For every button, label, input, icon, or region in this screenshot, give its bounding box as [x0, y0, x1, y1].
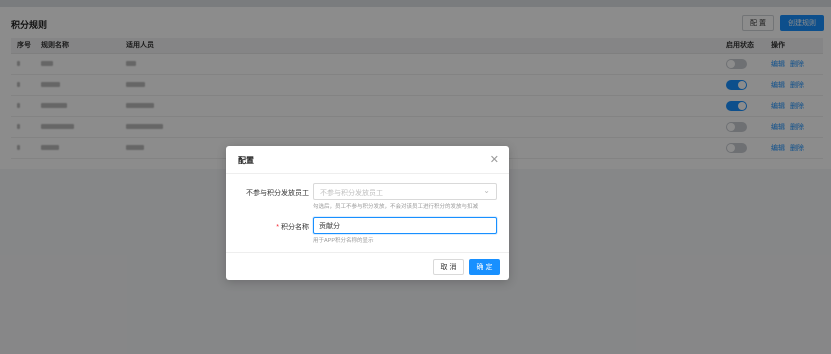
dialog-title: 配置: [238, 156, 254, 165]
exclude-staff-label: 不参与积分发放员工: [246, 190, 309, 197]
dialog-footer-divider: [226, 252, 509, 253]
exclude-staff-select[interactable]: 不参与积分发放员工 ⌄: [313, 183, 497, 200]
required-mark: *: [276, 224, 279, 231]
points-name-input[interactable]: [314, 218, 496, 233]
exclude-staff-placeholder: 不参与积分发放员工: [320, 190, 383, 197]
points-name-input-wrapper: [313, 217, 497, 234]
points-name-label-text: 积分名称: [281, 224, 309, 231]
points-name-hint: 用于APP积分名称的显示: [313, 238, 374, 244]
config-dialog: 配置 ✕ 不参与积分发放员工 不参与积分发放员工 ⌄ 勾选后，员工不参与积分发放…: [226, 146, 509, 280]
exclude-staff-hint: 勾选后，员工不参与积分发放，不会对该员工进行积分的发放与扣减: [313, 204, 479, 210]
points-name-label: * 积分名称: [232, 222, 309, 232]
chevron-down-icon: ⌄: [483, 186, 490, 195]
close-icon[interactable]: ✕: [490, 153, 499, 166]
ok-button[interactable]: 确 定: [469, 259, 500, 275]
cancel-button[interactable]: 取 消: [433, 259, 464, 275]
dialog-header-divider: [226, 173, 509, 174]
